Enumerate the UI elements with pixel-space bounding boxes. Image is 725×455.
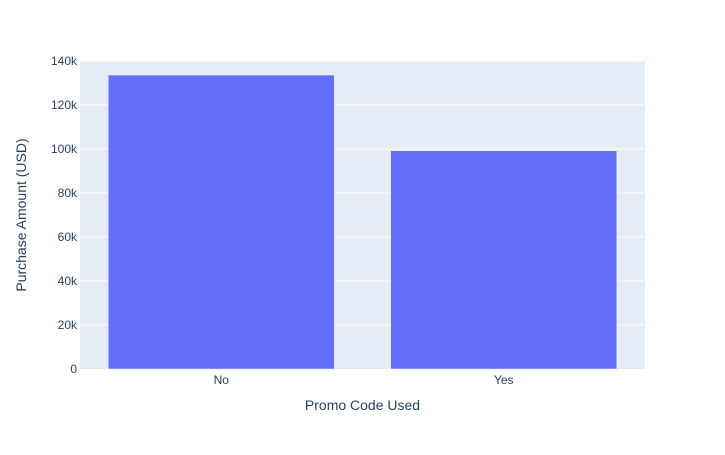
y-tick-label: 140k (51, 54, 78, 68)
y-axis-title: Purchase Amount (USD) (13, 138, 29, 291)
x-tick-label: Yes (494, 373, 514, 387)
y-tick-label: 40k (58, 274, 78, 288)
y-tick-label: 80k (58, 186, 78, 200)
y-tick-label: 100k (51, 142, 78, 156)
y-tick-label: 0 (70, 362, 77, 376)
x-tick-label: No (214, 373, 230, 387)
y-tick-label: 60k (58, 230, 78, 244)
bar-yes (390, 150, 617, 370)
y-tick-label: 20k (58, 318, 78, 332)
y-tick-label: 120k (51, 98, 78, 112)
bar-chart: 0 20k 40k 60k 80k 100k 120k 140k No Yes Promo Co… (13, 54, 645, 413)
x-axis-title: Promo Code Used (305, 397, 420, 413)
bar-no (108, 74, 335, 370)
